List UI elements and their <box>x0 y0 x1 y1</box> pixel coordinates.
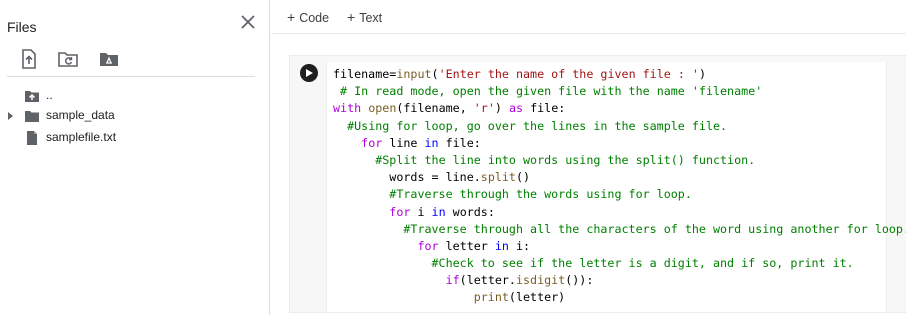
mount-drive-icon <box>100 53 118 66</box>
code-token: ( <box>431 67 439 81</box>
code-token: i: <box>508 238 531 253</box>
code-token: for <box>361 135 383 150</box>
add-code-label: Code <box>299 11 330 25</box>
code-token: in <box>431 204 446 219</box>
code-token: as <box>508 101 524 116</box>
code-line: for line in file: <box>333 135 906 152</box>
code-token: () <box>515 170 531 185</box>
parent-folder-icon <box>25 91 39 102</box>
code-line: with open(filename, 'r') as file: <box>333 100 906 117</box>
code-token: # In read mode, open the given file with… <box>340 84 763 99</box>
code-token: (filename, <box>396 101 474 116</box>
code-line: #Using for loop, go over the lines in th… <box>333 118 906 135</box>
close-panel-button[interactable] <box>239 13 257 31</box>
tree-item-label: samplefile.txt <box>46 130 117 144</box>
add-text-button[interactable]: + Text <box>347 9 382 25</box>
code-token: filename= <box>333 67 397 81</box>
notebook-toolbar: + Code + Text <box>271 0 906 34</box>
code-token: if <box>445 273 460 288</box>
code-line: # In read mode, open the given file with… <box>333 83 906 100</box>
code-token: #Using for loop, go over the lines in th… <box>347 118 728 133</box>
code-token: file: <box>438 135 481 150</box>
code-token: #Traverse through all the characters of … <box>403 221 906 236</box>
code-token: i <box>410 204 432 219</box>
code-token: words: <box>445 204 495 219</box>
code-line: if(letter.isdigit()): <box>333 272 906 289</box>
refresh-button[interactable] <box>57 48 79 70</box>
file-browser-panel: Files .. sample_data samplefile.txt <box>0 0 270 315</box>
code-line: #Check to see if the letter is a digit, … <box>333 255 906 272</box>
code-line: filename=input('Enter the name of the gi… <box>333 66 906 83</box>
code-line: #Traverse through the words using for lo… <box>333 186 906 203</box>
code-token: with <box>333 101 362 116</box>
code-line: #Traverse through all the characters of … <box>333 221 906 238</box>
upload-file-icon <box>22 49 36 69</box>
code-token: line <box>382 135 425 150</box>
plus-icon: + <box>287 9 296 25</box>
code-token: ()): <box>565 273 594 288</box>
code-token: ) <box>698 67 706 81</box>
tree-item-label: sample_data <box>46 108 115 122</box>
code-token: letter <box>438 238 495 253</box>
code-token: 'r' <box>473 101 495 116</box>
code-token: input <box>396 67 432 81</box>
run-cell-button[interactable] <box>300 64 318 82</box>
expand-caret-icon[interactable] <box>7 111 15 121</box>
code-token: file: <box>523 101 566 116</box>
code-token: print <box>473 290 509 305</box>
upload-file-button[interactable] <box>18 48 40 70</box>
code-token: words = line. <box>333 170 481 185</box>
code-token: open <box>368 101 397 116</box>
files-panel-title: Files <box>7 19 37 35</box>
code-token: in <box>424 135 439 150</box>
sidebar-divider <box>7 76 255 77</box>
folder-icon <box>25 111 39 122</box>
code-token: split <box>480 170 516 185</box>
add-code-button[interactable]: + Code <box>287 9 329 25</box>
code-line: #Split the line into words using the spl… <box>333 152 906 169</box>
code-token: (letter. <box>459 273 516 288</box>
code-content[interactable]: filename=input('Enter the name of the gi… <box>333 66 906 307</box>
close-icon <box>241 15 255 29</box>
code-token: for <box>389 204 411 219</box>
code-line: for letter in i: <box>333 238 906 255</box>
plus-icon: + <box>347 9 356 25</box>
code-token: isdigit <box>515 273 566 288</box>
code-line: for i in words: <box>333 204 906 221</box>
add-text-label: Text <box>359 11 383 25</box>
code-line: words = line.split() <box>333 169 906 186</box>
code-line: print(letter) <box>333 289 906 306</box>
tree-item-samplefile[interactable]: samplefile.txt <box>0 128 268 148</box>
tree-item-parent[interactable]: .. <box>0 86 268 106</box>
tree-item-sample-data[interactable]: sample_data <box>0 106 268 126</box>
code-token: 'Enter the name of the given file : ' <box>438 67 699 81</box>
code-token: ) <box>494 101 509 116</box>
file-icon <box>27 131 37 145</box>
code-token: #Traverse through the words using for lo… <box>389 187 692 202</box>
code-token: for <box>417 238 439 253</box>
code-token: (letter) <box>508 290 566 305</box>
code-token: in <box>494 238 509 253</box>
code-token: #Split the line into words using the spl… <box>375 152 756 167</box>
play-icon <box>306 69 313 77</box>
tree-item-label: .. <box>46 88 53 102</box>
mount-drive-button[interactable] <box>98 48 120 70</box>
code-cell: filename=input('Enter the name of the gi… <box>289 55 906 313</box>
code-editor[interactable]: filename=input('Enter the name of the gi… <box>326 62 906 312</box>
refresh-folder-icon <box>58 52 78 67</box>
code-token: #Check to see if the letter is a digit, … <box>431 256 854 271</box>
